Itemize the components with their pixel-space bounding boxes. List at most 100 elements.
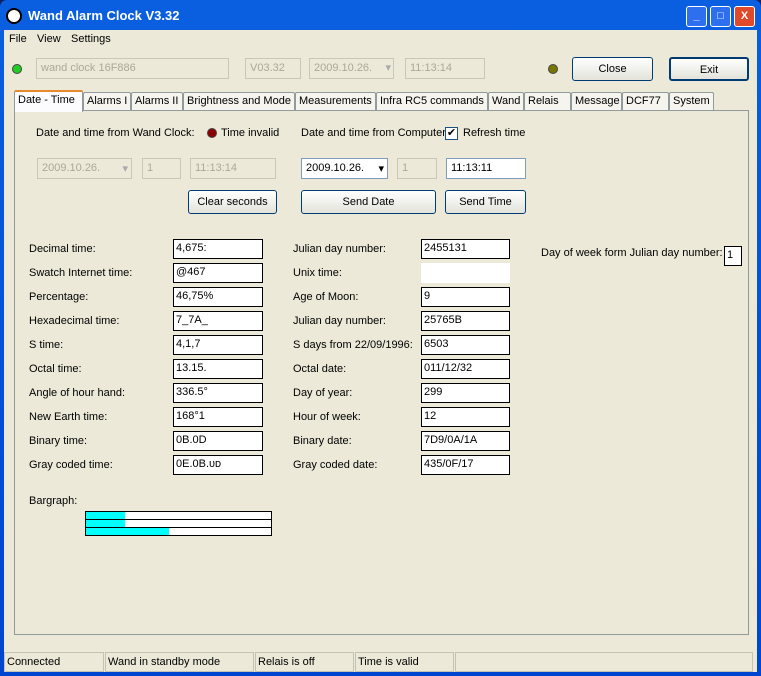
menu-view[interactable]: View — [37, 33, 61, 45]
field-value: 435/0F/17 — [421, 455, 510, 475]
send-time-button[interactable]: Send Time — [445, 190, 526, 214]
wand-date-field[interactable]: 2009.10.26. ▾ — [37, 158, 132, 179]
tab-alarms-ii[interactable]: Alarms II — [131, 92, 183, 111]
chevron-down-icon: ▾ — [385, 62, 391, 74]
field-value: 0E.0B.ᴜᴅ — [173, 455, 263, 475]
clear-seconds-button[interactable]: Clear seconds — [188, 190, 277, 214]
field-label: S days from 22/09/1996: — [293, 339, 413, 351]
field-label: S time: — [29, 339, 64, 351]
close-button[interactable]: Close — [572, 57, 653, 81]
time-invalid-led — [207, 128, 217, 138]
status-panel: Wand in standby mode — [105, 652, 254, 672]
status-panel: Relais is off — [255, 652, 354, 672]
pc-time-field[interactable]: 11:13:11 — [446, 158, 526, 179]
close-window-button[interactable]: X — [734, 6, 755, 27]
clock-icon — [6, 8, 22, 24]
device-date-value: 2009.10.26. — [314, 62, 373, 74]
field-label: Gray coded date: — [293, 459, 378, 471]
field-label: New Earth time: — [29, 411, 108, 423]
field-label: Binary time: — [29, 435, 88, 447]
computer-datetime-label: Date and time from Computer: — [301, 127, 449, 139]
status-panel: Connected — [4, 652, 104, 672]
field-label: Gray coded time: — [29, 459, 113, 471]
tab-measurements[interactable]: Measurements — [295, 92, 376, 111]
field-label: Hour of week: — [293, 411, 361, 423]
status-panel: Time is valid — [355, 652, 454, 672]
wand-dow-field[interactable]: 1 — [142, 158, 181, 179]
field-label: Julian day number: — [293, 243, 386, 255]
bargraph-fill — [86, 528, 170, 535]
field-value: 9 — [421, 287, 510, 307]
field-value: 25765B — [421, 311, 510, 331]
time-invalid-label: Time invalid — [221, 127, 280, 139]
tab-panel-date-time: Date and time from Wand Clock: Time inva… — [14, 110, 749, 635]
bargraph-fill — [86, 512, 125, 519]
field-value: 336.5° — [173, 383, 263, 403]
tab-date-time[interactable]: Date - Time — [14, 90, 83, 112]
field-value — [421, 263, 510, 283]
window: Wand Alarm Clock V3.32 _ □ X File View S… — [0, 0, 761, 676]
field-label: Unix time: — [293, 267, 342, 279]
tab-relais[interactable]: Relais — [524, 92, 571, 111]
pc-date-field[interactable]: 2009.10.26. ▾ — [301, 158, 388, 179]
refresh-time-label: Refresh time — [463, 127, 526, 139]
device-time-field[interactable]: 11:13:14 — [405, 58, 485, 79]
bargraph-bar — [85, 527, 272, 536]
device-name-field[interactable]: wand clock 16F886 — [36, 58, 229, 79]
field-value: 2455131 — [421, 239, 510, 259]
tab-system[interactable]: System — [669, 92, 714, 111]
field-label: Hexadecimal time: — [29, 315, 120, 327]
dow-field: 1 — [724, 246, 742, 266]
maximize-button[interactable]: □ — [710, 6, 731, 27]
field-value: 4,675: — [173, 239, 263, 259]
field-value: 6503 — [421, 335, 510, 355]
field-label: Binary date: — [293, 435, 352, 447]
bargraph-label: Bargraph: — [29, 495, 78, 507]
field-value: 46,75% — [173, 287, 263, 307]
field-value: 299 — [421, 383, 510, 403]
field-value: 7D9/0A/1A — [421, 431, 510, 451]
field-value: @467 — [173, 263, 263, 283]
chevron-down-icon[interactable]: ▾ — [378, 162, 384, 175]
menu-settings[interactable]: Settings — [71, 33, 111, 45]
wand-time-field[interactable]: 11:13:14 — [190, 158, 276, 179]
field-value: 0B.0D — [173, 431, 263, 451]
tab-message[interactable]: Message — [571, 92, 622, 111]
field-label: Decimal time: — [29, 243, 96, 255]
send-date-button[interactable]: Send Date — [301, 190, 436, 214]
status-panel — [455, 652, 753, 672]
tab-brightness-and-mode[interactable]: Brightness and Mode — [183, 92, 295, 111]
menu-file[interactable]: File — [9, 33, 27, 45]
dow-label: Day of week form Julian day number: — [541, 247, 723, 259]
refresh-time-checkbox[interactable]: ✔ — [445, 127, 458, 140]
field-label: Age of Moon: — [293, 291, 359, 303]
version-field[interactable]: V03.32 — [245, 58, 301, 79]
device-date-field[interactable]: 2009.10.26. ▾ — [309, 58, 394, 79]
field-label: Octal date: — [293, 363, 347, 375]
pc-dow-field[interactable]: 1 — [397, 158, 437, 179]
tab-infra-rc5-commands[interactable]: Infra RC5 commands — [376, 92, 488, 111]
wand-date-value: 2009.10.26. — [42, 162, 101, 174]
field-label: Day of year: — [293, 387, 353, 399]
field-label: Julian day number: — [293, 315, 386, 327]
tab-wand[interactable]: Wand — [488, 92, 524, 111]
window-title: Wand Alarm Clock V3.32 — [28, 8, 180, 23]
field-value: 4,1,7 — [173, 335, 263, 355]
client-area: File View Settings wand clock 16F886 V03… — [4, 30, 757, 672]
pc-date-value: 2009.10.26. — [306, 162, 365, 174]
tab-alarms-i[interactable]: Alarms I — [83, 92, 131, 111]
field-value: 7_7A_ — [173, 311, 263, 331]
field-value: 13.15. — [173, 359, 263, 379]
tab-dcf77[interactable]: DCF77 — [622, 92, 669, 111]
status-led — [548, 64, 558, 74]
exit-button[interactable]: Exit — [669, 57, 749, 81]
bargraph-fill — [86, 520, 125, 527]
field-label: Octal time: — [29, 363, 82, 375]
field-label: Angle of hour hand: — [29, 387, 126, 399]
minimize-button[interactable]: _ — [686, 6, 707, 27]
wand-datetime-label: Date and time from Wand Clock: — [36, 127, 195, 139]
connected-led — [12, 64, 22, 74]
field-label: Percentage: — [29, 291, 89, 303]
chevron-down-icon: ▾ — [122, 163, 128, 175]
field-value: 12 — [421, 407, 510, 427]
